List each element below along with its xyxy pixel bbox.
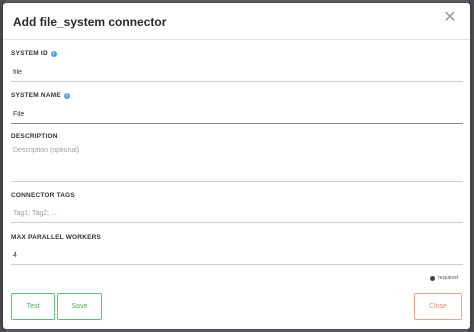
info-icon[interactable]: i	[50, 50, 57, 57]
system-name-input[interactable]	[11, 106, 463, 124]
max-parallel-workers-label: MAX PARALLEL WORKERS	[11, 234, 102, 241]
description-label: DESCRIPTION	[11, 133, 58, 140]
system-id-label: SYSTEM ID	[11, 50, 48, 57]
max-parallel-workers-input[interactable]	[11, 247, 463, 265]
required-dot-icon	[429, 275, 435, 281]
info-icon[interactable]: i	[63, 92, 70, 99]
dialog-header: Add file_system connector ✕	[3, 3, 470, 40]
close-icon[interactable]: ✕	[442, 10, 458, 26]
description-field: DESCRIPTION	[11, 133, 463, 183]
connector-tags-input[interactable]	[11, 205, 463, 223]
connector-tags-label: CONNECTOR TAGS	[11, 192, 75, 199]
connector-tags-field: CONNECTOR TAGS	[11, 192, 463, 226]
system-id-field: SYSTEM ID i	[11, 50, 463, 86]
save-button[interactable]: Save	[57, 293, 102, 320]
dialog-title: Add file_system connector	[13, 15, 167, 29]
test-button[interactable]: Test	[11, 293, 55, 320]
add-connector-dialog: Add file_system connector ✕ SYSTEM ID i …	[3, 3, 470, 329]
required-text: required	[437, 275, 458, 281]
system-name-field: SYSTEM NAME i	[11, 92, 463, 128]
close-button[interactable]: Close	[414, 293, 462, 320]
system-id-input[interactable]	[11, 64, 463, 82]
max-parallel-workers-field: MAX PARALLEL WORKERS	[11, 234, 463, 268]
description-input[interactable]	[11, 145, 463, 182]
system-name-label: SYSTEM NAME	[11, 92, 61, 99]
required-note: required	[429, 275, 458, 281]
